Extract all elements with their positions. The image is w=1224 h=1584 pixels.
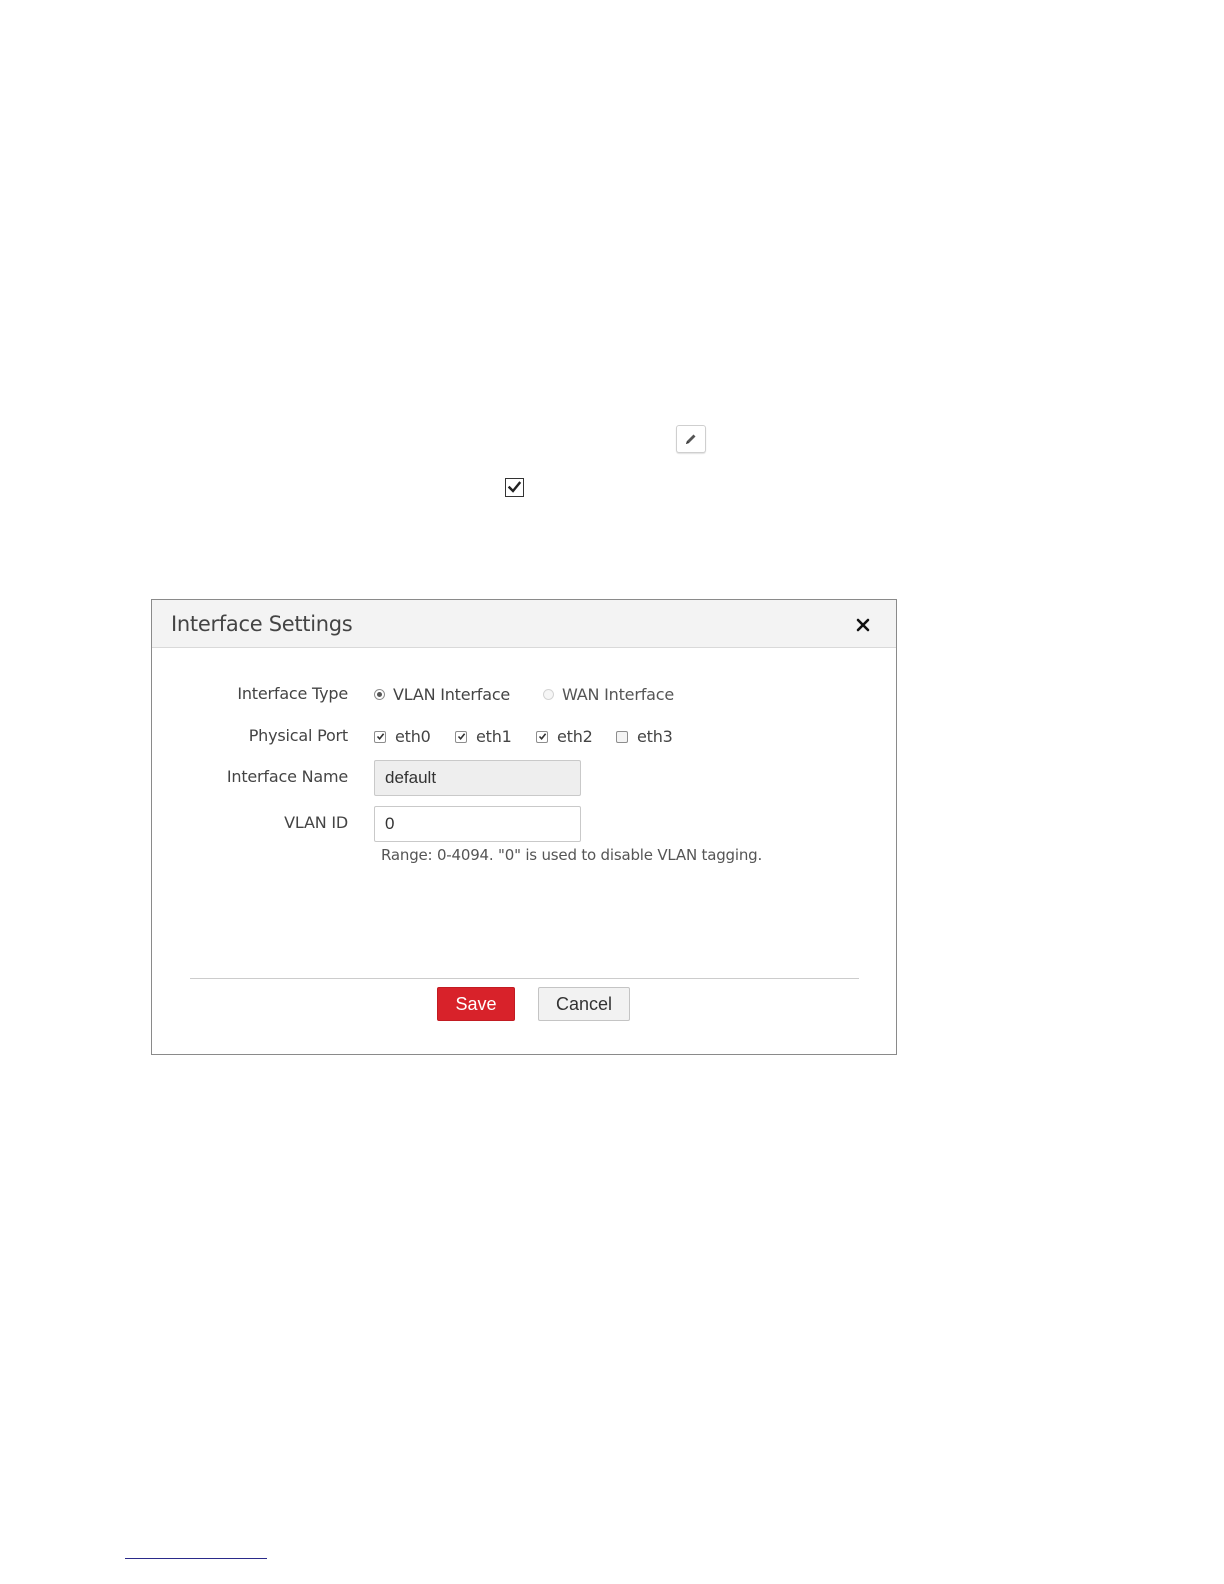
port-eth0-checkbox[interactable]: eth0: [374, 727, 431, 746]
checkbox-checked-icon: [455, 730, 467, 743]
checkbox-checked-icon: [374, 730, 386, 743]
dialog-header: Interface Settings: [152, 600, 896, 648]
radio-wan-interface[interactable]: WAN Interface: [543, 685, 674, 704]
vlan-id-input[interactable]: [374, 806, 581, 842]
port-eth1-label: eth1: [476, 727, 512, 746]
interface-type-label: Interface Type: [237, 684, 348, 703]
footer-divider: [190, 978, 859, 979]
pencil-icon: [686, 434, 696, 444]
physical-port-label: Physical Port: [248, 726, 348, 745]
radio-vlan-label: VLAN Interface: [393, 685, 511, 704]
enable-checkbox[interactable]: [505, 478, 524, 497]
edit-button[interactable]: [676, 425, 706, 453]
port-eth2-checkbox[interactable]: eth2: [536, 727, 593, 746]
checkmark-icon: [507, 481, 522, 493]
port-eth2-label: eth2: [557, 727, 593, 746]
interface-name-row: Interface Name: [152, 759, 896, 796]
close-icon: [856, 618, 870, 632]
interface-settings-dialog: Interface Settings Interface Type VLAN I…: [151, 599, 897, 1055]
radio-wan-label: WAN Interface: [562, 685, 674, 704]
vlan-id-hint: Range: 0-4094. "0" is used to disable VL…: [381, 846, 763, 864]
port-eth0-label: eth0: [395, 727, 431, 746]
interface-name-label: Interface Name: [226, 767, 348, 786]
cancel-button[interactable]: Cancel: [538, 987, 630, 1021]
save-button[interactable]: Save: [437, 987, 515, 1021]
radio-unselected-icon: [543, 689, 554, 700]
vlan-id-label: VLAN ID: [284, 813, 348, 832]
interface-name-field[interactable]: [374, 760, 581, 796]
checkbox-unchecked-icon: [616, 730, 628, 743]
radio-selected-icon: [374, 689, 385, 700]
checkbox-checked-icon: [536, 730, 548, 743]
radio-vlan-interface[interactable]: VLAN Interface: [374, 685, 510, 704]
close-button[interactable]: [854, 616, 872, 634]
port-eth1-checkbox[interactable]: eth1: [455, 727, 512, 746]
footnote-separator: [125, 1558, 267, 1559]
port-eth3-checkbox[interactable]: eth3: [616, 727, 673, 746]
dialog-title: Interface Settings: [171, 612, 353, 636]
interface-type-row: Interface Type VLAN Interface WAN Interf…: [152, 676, 896, 712]
port-eth3-label: eth3: [637, 727, 673, 746]
vlan-id-row: VLAN ID: [152, 805, 896, 842]
physical-port-row: Physical Port eth0 eth1 eth2 eth3: [152, 718, 896, 754]
